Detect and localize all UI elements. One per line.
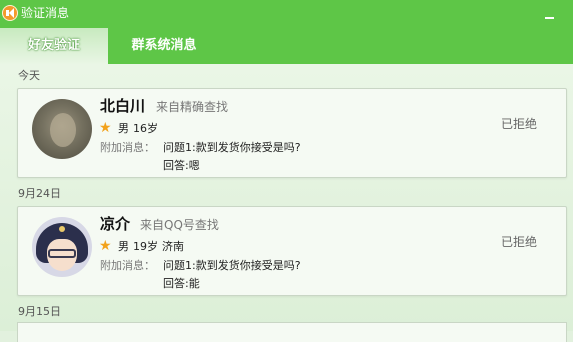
avatar-face [50,113,76,147]
speaker-icon [2,5,18,21]
profile-info: 男 16岁 [118,122,166,136]
question-text: 问题1:款到发货你接受是吗? [163,141,301,154]
age: 19岁 [133,240,158,253]
requester-name[interactable]: 凉介 [100,215,130,233]
star-icon: ★ [99,120,112,136]
gender: 男 [118,122,129,135]
answer-text: 回答:能 [163,277,200,290]
request-source: 来自QQ号查找 [140,218,219,232]
minimize-icon[interactable] [545,17,554,19]
avatar-glasses [48,249,76,258]
age: 16岁 [133,122,158,135]
tab-group-system-messages[interactable]: 群系统消息 [108,28,220,64]
request-card[interactable] [17,322,567,342]
title-bar: 验证消息 [0,0,573,28]
date-header: 9月15日 [18,305,61,318]
avatar-badge [59,226,65,232]
request-card[interactable]: 北白川 来自精确查找 ★ 男 16岁 附加消息： 问题1:款到发货你接受是吗? 回… [17,88,567,178]
tab-bar: 好友验证 群系统消息 [0,28,573,64]
date-header: 9月24日 [18,187,61,200]
answer-text: 回答:嗯 [163,159,200,172]
gender: 男 [118,240,129,253]
profile-info: 男 19岁 济南 [118,240,188,254]
requester-name[interactable]: 北白川 [100,97,145,115]
message-list[interactable]: 今天 北白川 来自精确查找 ★ 男 16岁 附加消息： 问题1:款到发货你接受是吗… [0,64,573,342]
request-card[interactable]: 凉介 来自QQ号查找 ★ 男 19岁 济南 附加消息： 问题1:款到发货你接受是吗?… [17,206,567,296]
tab-friend-verification[interactable]: 好友验证 [0,28,108,64]
avatar[interactable] [32,99,92,159]
status-label: 已拒绝 [501,235,538,249]
extra-message-label: 附加消息： [100,141,155,154]
status-label: 已拒绝 [501,117,538,131]
window-title: 验证消息 [21,6,70,20]
request-source: 来自精确查找 [156,100,229,114]
location: 济南 [162,240,184,253]
star-icon: ★ [99,238,112,254]
avatar[interactable] [32,217,92,277]
extra-message-label: 附加消息： [100,259,155,272]
date-header: 今天 [18,69,40,82]
question-text: 问题1:款到发货你接受是吗? [163,259,301,272]
